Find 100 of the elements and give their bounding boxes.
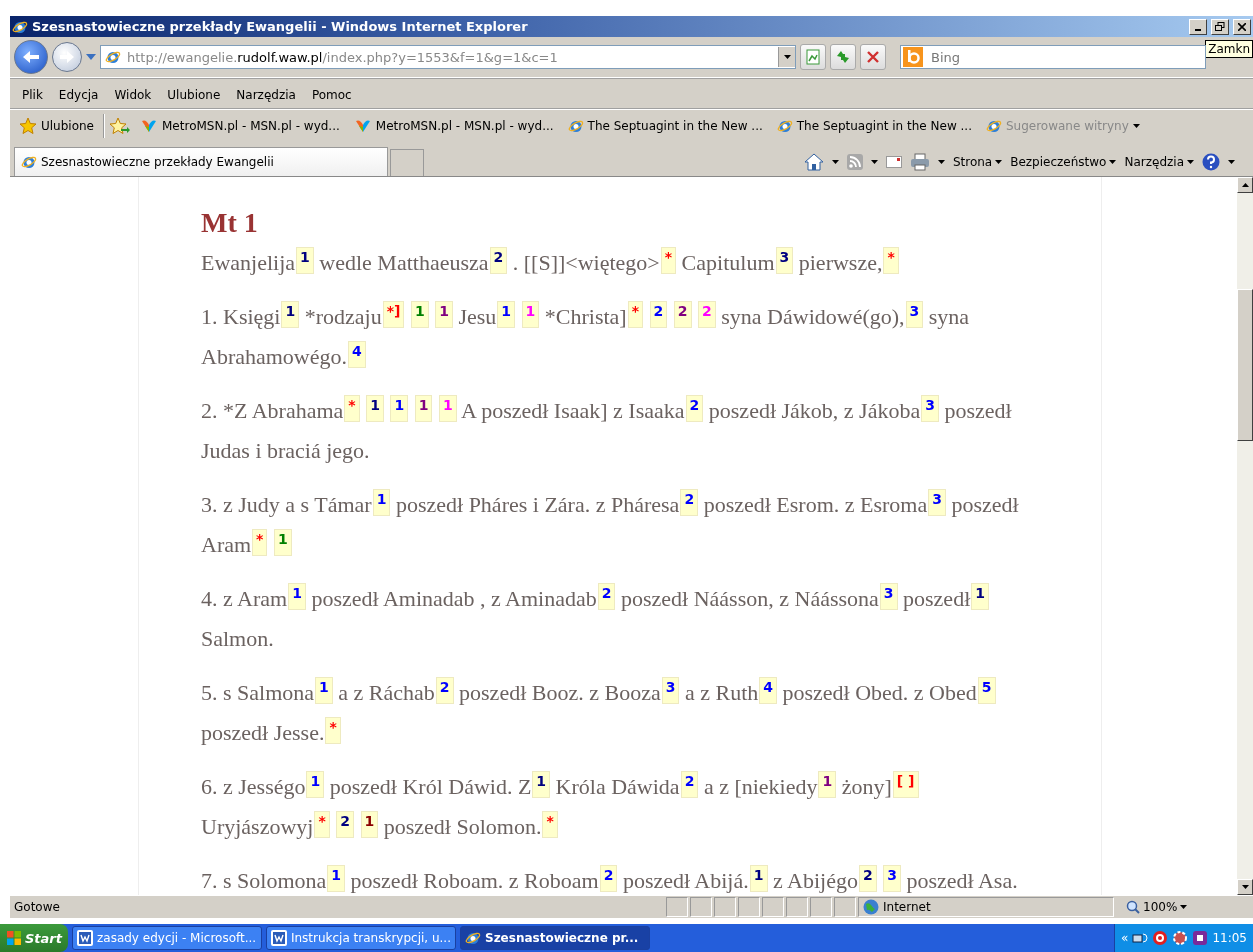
help-icon[interactable] <box>1202 153 1220 171</box>
menu-item[interactable]: Ulubione <box>159 88 229 102</box>
footnote-link[interactable]: 1 <box>390 395 409 422</box>
footnote-link[interactable]: * <box>252 529 268 556</box>
footnote-link[interactable]: 1 <box>532 771 551 798</box>
footnote-link[interactable]: 1 <box>366 395 384 422</box>
footnote-link[interactable]: 1 <box>315 677 333 704</box>
footnote-link[interactable]: *] <box>382 301 405 328</box>
footnote-link[interactable]: 1 <box>749 865 768 892</box>
compatibility-button[interactable] <box>800 44 826 70</box>
printer-icon[interactable] <box>909 153 930 171</box>
close-button[interactable] <box>1233 18 1251 35</box>
footnote-link[interactable]: 3 <box>905 301 924 328</box>
document-icon <box>77 930 93 946</box>
square-app-icon[interactable] <box>1192 930 1209 946</box>
footnote-link[interactable]: 3 <box>775 247 794 274</box>
target-icon[interactable] <box>1152 930 1169 946</box>
page-chart-icon <box>806 49 820 65</box>
browser-tab[interactable]: Szesnastowieczne przekłady Ewangelii <box>14 147 388 176</box>
favorites-button[interactable]: Ulubione <box>14 117 99 135</box>
menu-item[interactable]: Pomoc <box>303 88 360 102</box>
verse-text: . [[S]]<więtego> <box>512 250 660 275</box>
footnote-link[interactable]: 3 <box>879 583 898 610</box>
footnote-link[interactable]: 1 <box>497 301 516 328</box>
footnote-link[interactable]: 1 <box>818 771 837 798</box>
footnote-link[interactable]: 2 <box>680 489 699 516</box>
verse-text: poszedł Abijá. <box>622 868 749 893</box>
menu-item[interactable]: Plik <box>14 88 51 102</box>
footnote-link[interactable]: 3 <box>928 489 946 516</box>
forward-button[interactable] <box>52 42 82 72</box>
footnote-link[interactable]: 1 <box>410 301 429 328</box>
footnote-link[interactable]: [ ] <box>892 771 919 798</box>
ie-logo-icon <box>567 118 584 134</box>
favorite-link[interactable]: MetroMSN.pl - MSN.pl - wyd... <box>135 118 345 134</box>
home-icon[interactable] <box>803 152 824 172</box>
taskbar-item[interactable]: Szesnastowieczne pr... <box>460 926 650 950</box>
footnote-link[interactable]: 3 <box>661 677 680 704</box>
footnote-link[interactable]: * <box>325 717 341 744</box>
scroll-up-button[interactable] <box>1237 177 1253 193</box>
footnote-link[interactable]: 2 <box>680 771 699 798</box>
footnote-link[interactable]: 2 <box>858 865 877 892</box>
taskbar-item[interactable]: zasady edycji - Microsoft... <box>72 926 262 950</box>
favorite-link[interactable]: The Septuagint in the New ... <box>562 118 768 134</box>
footnote-link[interactable]: 2 <box>599 865 618 892</box>
footnote-link[interactable]: 3 <box>883 865 901 892</box>
menu-item[interactable]: Widok <box>106 88 160 102</box>
footnote-link[interactable]: 1 <box>360 811 379 838</box>
menu-item[interactable]: Narzędzia <box>228 88 304 102</box>
footnote-link[interactable]: 2 <box>597 583 616 610</box>
footnote-link[interactable]: * <box>314 811 330 838</box>
command-menu[interactable]: Bezpieczeństwo <box>1010 155 1117 169</box>
command-menu[interactable]: Strona <box>952 155 1003 169</box>
favorite-link[interactable]: The Septuagint in the New ... <box>771 118 977 134</box>
footnote-link[interactable]: 2 <box>685 395 704 422</box>
footnote-link[interactable]: * <box>883 247 899 274</box>
mail-icon[interactable] <box>885 156 902 168</box>
restore-button[interactable] <box>1211 18 1229 35</box>
back-button[interactable] <box>14 40 48 74</box>
footnote-link[interactable]: 1 <box>372 489 391 516</box>
search-field[interactable]: Bing <box>900 45 1206 69</box>
command-menu[interactable]: Narzędzia <box>1124 155 1194 169</box>
scrollbar[interactable] <box>1237 177 1253 895</box>
footnote-link[interactable]: 2 <box>435 677 454 704</box>
footnote-link[interactable]: 2 <box>489 247 508 274</box>
footnote-link[interactable]: 1 <box>971 583 989 610</box>
footnote-link[interactable]: 2 <box>649 301 668 328</box>
taskbar-item[interactable]: Instrukcja transkrypcji, u... <box>266 926 456 950</box>
footnote-link[interactable]: 1 <box>327 865 346 892</box>
zoom-control[interactable]: 100% <box>1126 900 1188 914</box>
footnote-link[interactable]: 1 <box>306 771 325 798</box>
favorite-link[interactable]: MetroMSN.pl - MSN.pl - wyd... <box>348 118 559 134</box>
scroll-thumb[interactable] <box>1237 289 1253 441</box>
footnote-link[interactable]: 4 <box>759 677 777 704</box>
caret-icon[interactable] <box>86 54 96 60</box>
footnote-link[interactable]: * <box>344 395 360 422</box>
footnote-link[interactable]: 1 <box>414 395 433 422</box>
address-field[interactable]: http://ewangelie.rudolf.waw.pl/index.php?y=1553&f=1&g=1&c=1 <box>100 45 796 69</box>
footnote-link[interactable]: 4 <box>348 341 366 368</box>
network-icon[interactable] <box>1132 930 1149 946</box>
footnote-link[interactable]: 3 <box>921 395 939 422</box>
add-favorite-icon[interactable] <box>109 117 131 135</box>
footnote-link[interactable]: 1 <box>296 247 314 274</box>
menu-item[interactable]: Edycja <box>50 88 107 102</box>
footnote-link[interactable]: * <box>627 301 643 328</box>
scroll-down-button[interactable] <box>1237 879 1253 895</box>
stop-button[interactable] <box>860 44 886 70</box>
footnote-link[interactable]: 1 <box>435 301 453 328</box>
footnote-link[interactable]: 1 <box>273 529 292 556</box>
start-button[interactable]: Start <box>0 924 68 952</box>
footnote-link[interactable]: 1 <box>281 301 300 328</box>
footnote-link[interactable]: 5 <box>977 677 996 704</box>
footnote-link[interactable]: 2 <box>673 301 692 328</box>
footnote-link[interactable]: * <box>660 247 677 274</box>
footnote-link[interactable]: * <box>542 811 558 838</box>
minimize-button[interactable] <box>1189 18 1207 35</box>
refresh-button[interactable] <box>830 44 856 70</box>
caret-icon <box>1109 160 1117 164</box>
footnote-link[interactable]: 1 <box>288 583 306 610</box>
footnote-link[interactable]: 2 <box>336 811 354 838</box>
verse-text: 4. z Aram <box>201 586 288 611</box>
